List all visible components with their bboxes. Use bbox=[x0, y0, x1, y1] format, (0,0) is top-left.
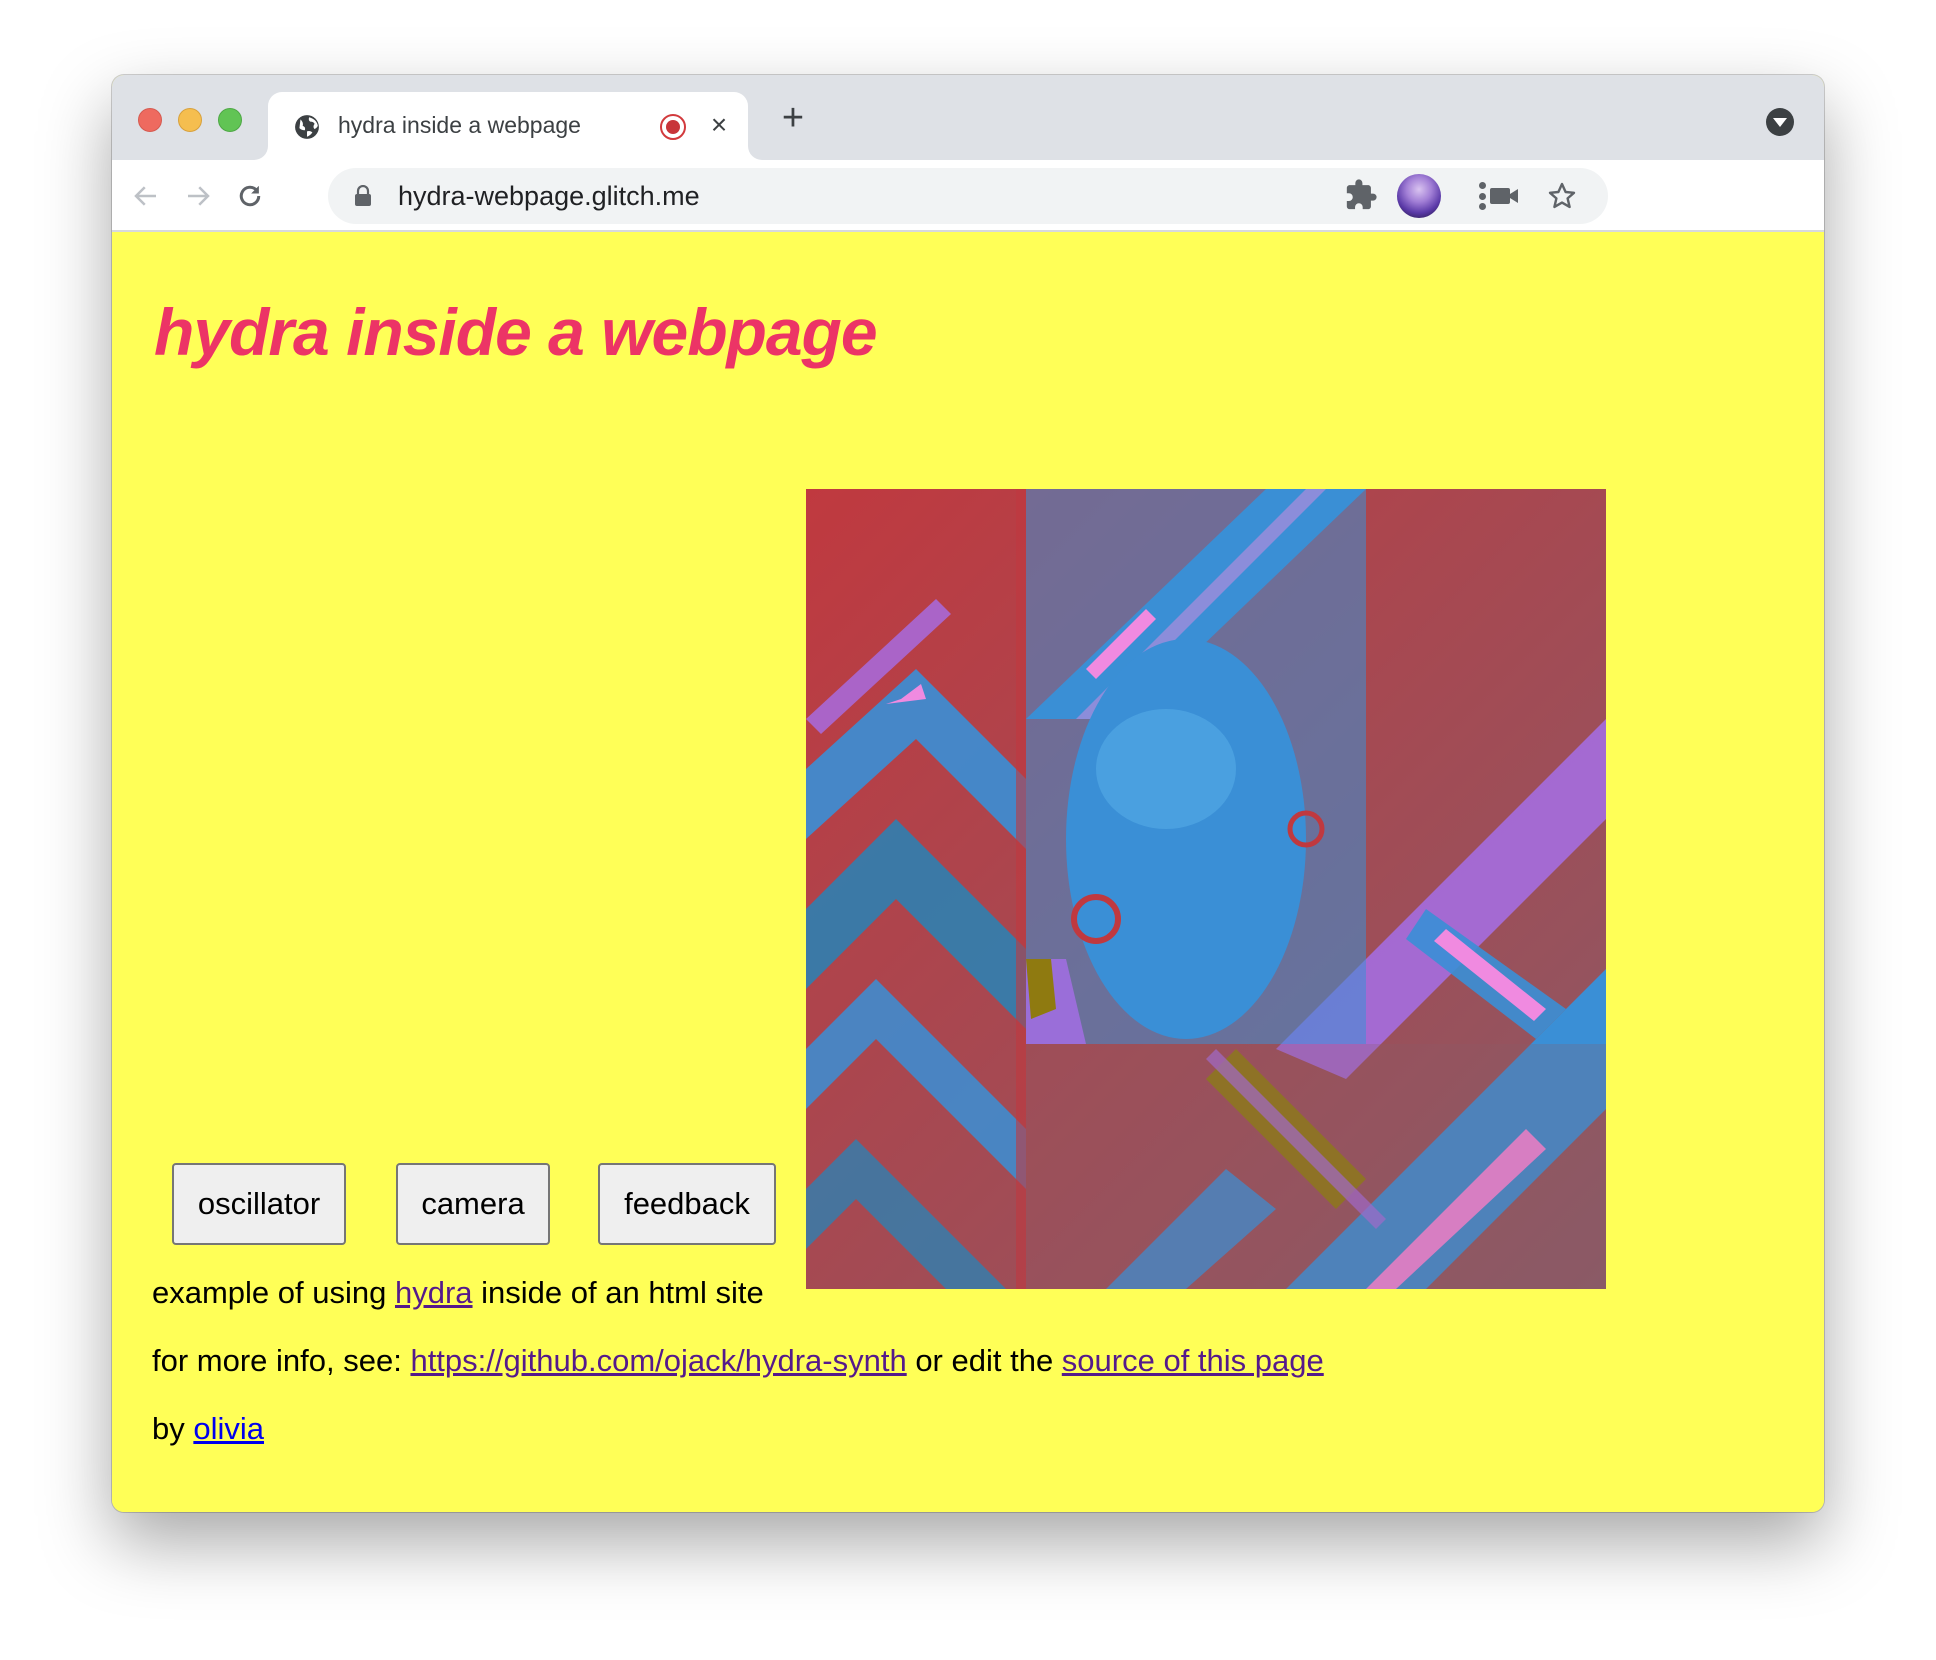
back-arrow-icon[interactable] bbox=[128, 178, 164, 214]
author-text-before: by bbox=[152, 1411, 194, 1446]
tab-strip: hydra inside a webpage × + bbox=[112, 75, 1824, 160]
maximize-window-button[interactable] bbox=[218, 108, 242, 132]
camera-in-use-icon[interactable] bbox=[1488, 184, 1520, 208]
oscillator-button[interactable]: oscillator bbox=[172, 1163, 346, 1245]
author-link[interactable]: olivia bbox=[193, 1411, 264, 1446]
intro-paragraph: example of using hydra inside of an html… bbox=[152, 1275, 764, 1311]
extensions-puzzle-icon[interactable] bbox=[1344, 178, 1378, 212]
new-tab-button[interactable]: + bbox=[776, 99, 810, 137]
page-content: hydra inside a webpage oscillator camera… bbox=[112, 234, 1824, 1512]
forward-arrow-icon[interactable] bbox=[180, 178, 216, 214]
close-window-button[interactable] bbox=[138, 108, 162, 132]
url-text[interactable]: hydra-webpage.glitch.me bbox=[398, 181, 700, 212]
globe-icon bbox=[294, 114, 320, 140]
intro-text-after: inside of an html site bbox=[472, 1275, 764, 1310]
kebab-menu-icon[interactable] bbox=[1472, 178, 1492, 214]
intro-text-before: example of using bbox=[152, 1275, 395, 1310]
hydra-link[interactable]: hydra bbox=[395, 1275, 473, 1310]
tab-search-icon[interactable] bbox=[1766, 108, 1794, 136]
info-text-middle: or edit the bbox=[906, 1343, 1062, 1378]
browser-toolbar: hydra-webpage.glitch.me bbox=[112, 160, 1824, 232]
browser-window: hydra inside a webpage × + hydra-webpage… bbox=[112, 75, 1824, 1512]
tab-close-button[interactable]: × bbox=[704, 110, 734, 140]
active-tab[interactable]: hydra inside a webpage × bbox=[268, 92, 748, 160]
source-link[interactable]: source of this page bbox=[1062, 1343, 1324, 1378]
camera-overlay bbox=[1026, 489, 1366, 1044]
author-paragraph: by olivia bbox=[152, 1411, 264, 1447]
camera-button[interactable]: camera bbox=[396, 1163, 550, 1245]
hydra-visual bbox=[806, 489, 1606, 1289]
lock-icon[interactable] bbox=[354, 184, 372, 207]
github-link[interactable]: https://github.com/ojack/hydra-synth bbox=[410, 1343, 906, 1378]
bookmark-star-icon[interactable] bbox=[1546, 180, 1578, 212]
minimize-window-button[interactable] bbox=[178, 108, 202, 132]
page-title: hydra inside a webpage bbox=[154, 295, 878, 369]
hydra-canvas[interactable] bbox=[806, 489, 1606, 1289]
info-text-before: for more info, see: bbox=[152, 1343, 411, 1378]
recording-icon bbox=[660, 114, 686, 140]
info-paragraph: for more info, see: https://github.com/o… bbox=[152, 1343, 1324, 1379]
tab-title: hydra inside a webpage bbox=[338, 112, 581, 138]
reload-icon[interactable] bbox=[232, 178, 268, 214]
profile-avatar[interactable] bbox=[1397, 174, 1441, 218]
feedback-button[interactable]: feedback bbox=[598, 1163, 776, 1245]
